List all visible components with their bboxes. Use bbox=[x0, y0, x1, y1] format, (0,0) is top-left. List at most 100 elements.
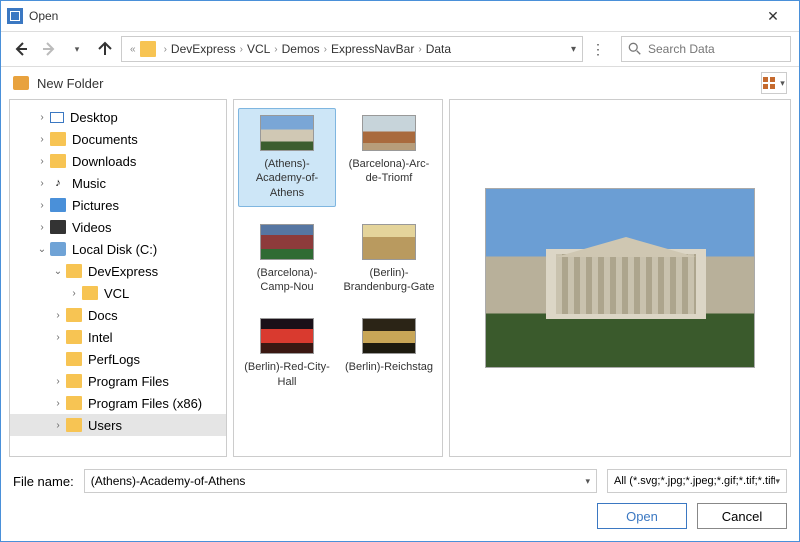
cancel-button[interactable]: Cancel bbox=[697, 503, 787, 529]
tree-item[interactable]: ›Users bbox=[10, 414, 226, 436]
file-thumb[interactable]: (Berlin)-Brandenburg-Gate bbox=[340, 217, 438, 302]
nav-toolbar: ▾ « › DevExpress › VCL › Demos › Express… bbox=[1, 31, 799, 67]
breadcrumb-dropdown[interactable]: ▾ bbox=[565, 44, 582, 55]
file-name-value: (Athens)-Academy-of-Athens bbox=[91, 474, 246, 488]
tree-item-label: VCL bbox=[104, 286, 129, 301]
file-thumb[interactable]: (Berlin)-Red-City-Hall bbox=[238, 311, 336, 396]
tree-item[interactable]: ›Documents bbox=[10, 128, 226, 150]
toolbar: New Folder ▾ bbox=[1, 67, 799, 99]
tree-item-label: Program Files bbox=[88, 374, 169, 389]
close-button[interactable]: ✕ bbox=[753, 2, 793, 30]
tree-item-label: PerfLogs bbox=[88, 352, 140, 367]
thumb-label: (Barcelona)-Arc-de-Triomf bbox=[343, 157, 435, 186]
tree-item[interactable]: ›Docs bbox=[10, 304, 226, 326]
folder-icon bbox=[66, 396, 82, 410]
preview-image bbox=[485, 188, 755, 368]
tree-item-label: Users bbox=[88, 418, 122, 433]
up-button[interactable] bbox=[93, 37, 117, 61]
tree-item-label: Pictures bbox=[72, 198, 119, 213]
tree-item[interactable]: ›Downloads bbox=[10, 150, 226, 172]
thumb-image bbox=[362, 318, 416, 354]
view-options-button[interactable]: ▾ bbox=[761, 72, 787, 94]
thumb-image bbox=[260, 318, 314, 354]
tree-item-label: Downloads bbox=[72, 154, 136, 169]
back-button[interactable] bbox=[9, 37, 33, 61]
breadcrumb[interactable]: « › DevExpress › VCL › Demos › ExpressNa… bbox=[121, 36, 583, 62]
mon-icon bbox=[50, 112, 64, 123]
tree-item-label: Videos bbox=[72, 220, 112, 235]
thumb-image bbox=[362, 115, 416, 151]
tree-item[interactable]: ›Desktop bbox=[10, 106, 226, 128]
folder-icon bbox=[66, 308, 82, 322]
dialog-buttons: Open Cancel bbox=[1, 499, 799, 541]
thumb-image bbox=[260, 115, 314, 151]
folder-icon bbox=[50, 154, 66, 168]
folder-icon bbox=[66, 330, 82, 344]
tree-item-label: Documents bbox=[72, 132, 138, 147]
history-dropdown[interactable]: ▾ bbox=[65, 37, 89, 61]
tree-item[interactable]: PerfLogs bbox=[10, 348, 226, 370]
folder-icon bbox=[66, 374, 82, 388]
folder-icon bbox=[82, 286, 98, 300]
folder-icon bbox=[66, 264, 82, 278]
tree-item[interactable]: ›Program Files (x86) bbox=[10, 392, 226, 414]
tree-item[interactable]: ›VCL bbox=[10, 282, 226, 304]
tree-item-label: Music bbox=[72, 176, 106, 191]
open-button[interactable]: Open bbox=[597, 503, 687, 529]
tree-item[interactable]: ⌄DevExpress bbox=[10, 260, 226, 282]
tree-item[interactable]: ⌄Local Disk (C:) bbox=[10, 238, 226, 260]
titlebar: Open ✕ bbox=[1, 1, 799, 31]
file-name-label: File name: bbox=[13, 474, 74, 489]
breadcrumb-item[interactable]: VCL bbox=[247, 42, 270, 56]
file-thumb[interactable]: (Barcelona)-Arc-de-Triomf bbox=[340, 108, 438, 207]
tree-item-label: Intel bbox=[88, 330, 113, 345]
note-icon: ♪ bbox=[50, 176, 66, 190]
file-thumb[interactable]: (Barcelona)-Camp-Nou bbox=[238, 217, 336, 302]
breadcrumb-item[interactable]: Demos bbox=[282, 42, 320, 56]
thumb-label: (Berlin)-Red-City-Hall bbox=[241, 360, 333, 389]
breadcrumb-item[interactable]: ExpressNavBar bbox=[331, 42, 414, 56]
vid-icon bbox=[50, 220, 66, 234]
file-name-input[interactable]: (Athens)-Academy-of-Athens ▾ bbox=[84, 469, 597, 493]
tree-item[interactable]: ›Videos bbox=[10, 216, 226, 238]
tree-item-label: DevExpress bbox=[88, 264, 158, 279]
file-grid[interactable]: (Athens)-Academy-of-Athens (Barcelona)-Ar… bbox=[233, 99, 443, 457]
thumb-label: (Barcelona)-Camp-Nou bbox=[241, 266, 333, 295]
pic-icon bbox=[50, 198, 66, 212]
tree-item[interactable]: ›♪Music bbox=[10, 172, 226, 194]
forward-button[interactable] bbox=[37, 37, 61, 61]
preview-pane bbox=[449, 99, 791, 457]
tree-item-label: Local Disk (C:) bbox=[72, 242, 157, 257]
dialog-title: Open bbox=[29, 9, 58, 23]
folder-icon bbox=[50, 132, 66, 146]
open-file-dialog: Open ✕ ▾ « › DevExpress › VCL › Demos › … bbox=[0, 0, 800, 542]
search-icon bbox=[628, 42, 642, 56]
tree-item-label: Docs bbox=[88, 308, 118, 323]
new-folder-button[interactable]: New Folder bbox=[37, 76, 103, 91]
thumb-label: (Athens)-Academy-of-Athens bbox=[241, 157, 333, 200]
folder-icon bbox=[140, 41, 156, 57]
tree-item-label: Program Files (x86) bbox=[88, 396, 202, 411]
search-placeholder: Search Data bbox=[648, 42, 715, 56]
file-thumb[interactable]: (Berlin)-Reichstag bbox=[340, 311, 438, 396]
app-icon bbox=[7, 8, 23, 24]
tree-item-label: Desktop bbox=[70, 110, 118, 125]
file-thumb[interactable]: (Athens)-Academy-of-Athens bbox=[238, 108, 336, 207]
body-area: ›Desktop›Documents›Downloads›♪Music›Pict… bbox=[1, 99, 799, 463]
new-folder-icon bbox=[13, 76, 29, 90]
folder-icon bbox=[66, 418, 82, 432]
thumb-image bbox=[362, 224, 416, 260]
folder-icon bbox=[66, 352, 82, 366]
folder-tree[interactable]: ›Desktop›Documents›Downloads›♪Music›Pict… bbox=[9, 99, 227, 457]
more-icon[interactable]: ⋮ bbox=[587, 41, 609, 58]
filter-value: All (*.svg;*.jpg;*.jpeg;*.gif;*.tif;*.ti… bbox=[614, 475, 775, 487]
search-input[interactable]: Search Data bbox=[621, 36, 791, 62]
breadcrumb-item[interactable]: Data bbox=[426, 42, 451, 56]
file-type-filter[interactable]: All (*.svg;*.jpg;*.jpeg;*.gif;*.tif;*.ti… bbox=[607, 469, 787, 493]
tree-item[interactable]: ›Intel bbox=[10, 326, 226, 348]
breadcrumb-item[interactable]: DevExpress bbox=[171, 42, 236, 56]
thumb-image bbox=[260, 224, 314, 260]
thumb-label: (Berlin)-Brandenburg-Gate bbox=[343, 266, 435, 295]
tree-item[interactable]: ›Program Files bbox=[10, 370, 226, 392]
tree-item[interactable]: ›Pictures bbox=[10, 194, 226, 216]
